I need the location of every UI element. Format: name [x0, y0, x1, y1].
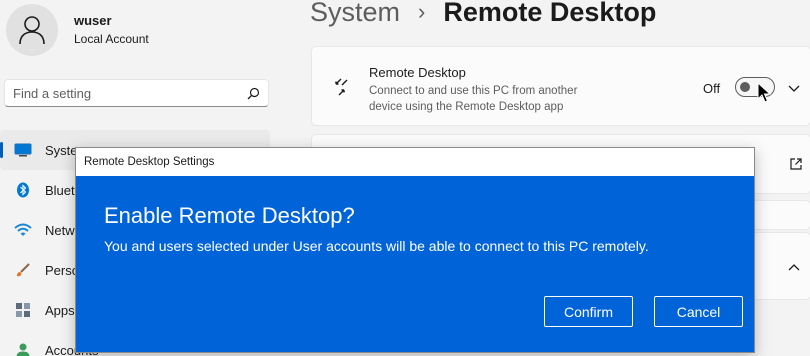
person-icon — [19, 16, 45, 45]
chevron-down-icon[interactable] — [787, 81, 801, 95]
brush-icon — [14, 261, 32, 279]
avatar — [6, 4, 58, 56]
account-header[interactable]: wuser Local Account — [6, 4, 149, 56]
toggle-state-label: Off — [703, 81, 721, 96]
dialog-titlebar[interactable]: Remote Desktop Settings — [76, 148, 754, 176]
apps-icon — [14, 301, 32, 319]
toggle-knob — [740, 82, 750, 92]
search-icon[interactable] — [246, 86, 260, 100]
sidebar-item-label: Apps — [45, 302, 75, 318]
bluetooth-icon — [14, 181, 32, 199]
account-name: wuser — [74, 13, 112, 28]
dialog-heading: Enable Remote Desktop? — [104, 203, 355, 228]
chevron-up-icon[interactable] — [787, 261, 801, 275]
search-input[interactable] — [13, 80, 246, 106]
remote-desktop-card[interactable]: Remote Desktop Connect to and use this P… — [311, 46, 810, 126]
page-title: Remote Desktop — [443, 0, 657, 27]
monitor-icon — [14, 141, 32, 159]
dialog-message: You and users selected under User accoun… — [104, 238, 649, 254]
breadcrumb: System › Remote Desktop — [310, 0, 656, 32]
breadcrumb-parent[interactable]: System — [310, 0, 400, 28]
person-icon — [14, 341, 32, 356]
account-type: Local Account — [74, 32, 149, 46]
remote-desktop-dialog: Remote Desktop Settings Enable Remote De… — [75, 147, 755, 353]
cancel-button[interactable]: Cancel — [654, 296, 743, 327]
confirm-button[interactable]: Confirm — [544, 296, 633, 327]
open-external-icon[interactable] — [789, 157, 803, 171]
wifi-icon — [14, 221, 32, 239]
remote-desktop-icon — [335, 78, 348, 96]
remote-desktop-title: Remote Desktop — [369, 65, 466, 80]
chevron-right-icon: › — [418, 0, 426, 24]
mouse-cursor-icon — [757, 82, 772, 103]
remote-desktop-description: Connect to and use this PC from another … — [369, 85, 578, 113]
search-box[interactable] — [4, 79, 269, 107]
